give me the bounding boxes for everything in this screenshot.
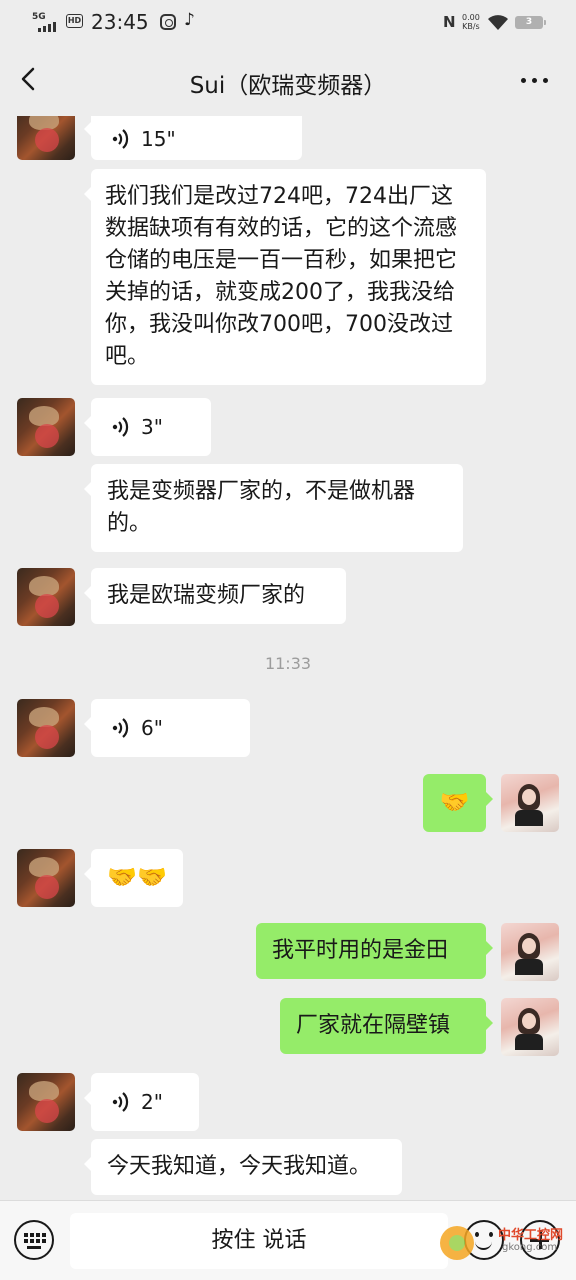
handshake-emoji: 🤝 xyxy=(439,788,470,816)
message-list[interactable]: 15" 我们我们是改过724吧，724出厂这数据缺项有有效的话，它的这个流感仓储… xyxy=(0,116,576,1200)
message-text: 厂家就在隔壁镇 xyxy=(296,1013,451,1038)
network-type: 5G xyxy=(32,12,46,22)
speed-value: 0.00 xyxy=(462,13,480,22)
speed-unit: KB/s xyxy=(462,22,480,31)
text-message[interactable]: 我是变频器厂家的，不是做机器的。 xyxy=(84,464,463,552)
contact-avatar[interactable] xyxy=(17,699,75,757)
chat-header: Sui（欧瑞变频器） xyxy=(0,44,576,116)
text-message[interactable]: 今天我知道，今天我知道。 xyxy=(84,1139,402,1195)
voice-message[interactable]: 3" xyxy=(84,398,211,456)
voice-message[interactable]: 15" xyxy=(84,116,302,160)
contact-avatar[interactable] xyxy=(17,849,75,907)
message-text: 我平时用的是金田 xyxy=(272,938,449,963)
hold-to-talk-button[interactable]: 按住 说话 xyxy=(70,1213,448,1269)
message-text: 我是变频器厂家的，不是做机器的。 xyxy=(107,479,416,536)
voice-message[interactable]: 6" xyxy=(84,699,250,757)
chat-title: Sui（欧瑞变频器） xyxy=(189,73,387,99)
tiktok-icon: ♪ xyxy=(184,10,195,30)
input-bar: 按住 说话 xyxy=(0,1200,576,1280)
emoji-icon[interactable] xyxy=(464,1220,504,1260)
contact-avatar[interactable] xyxy=(17,116,75,160)
message-text: 我们我们是改过724吧，724出厂这数据缺项有有效的话，它的这个流感仓储的电压是… xyxy=(105,184,458,369)
text-message[interactable]: 我平时用的是金田 xyxy=(256,923,493,979)
handshake-emoji: 🤝🤝 xyxy=(107,863,167,891)
nfc-icon: N xyxy=(443,13,456,31)
text-message[interactable]: 我们我们是改过724吧，724出厂这数据缺项有有效的话，它的这个流感仓储的电压是… xyxy=(84,169,486,385)
message-timestamp: 11:33 xyxy=(264,654,312,673)
self-avatar[interactable] xyxy=(501,998,559,1056)
keyboard-icon[interactable] xyxy=(14,1220,54,1260)
message-text: 今天我知道，今天我知道。 xyxy=(107,1154,372,1179)
self-avatar[interactable] xyxy=(501,923,559,981)
emoji-message[interactable]: 🤝🤝 xyxy=(84,849,183,907)
contact-avatar[interactable] xyxy=(17,398,75,456)
hd-icon: HD xyxy=(66,14,83,28)
self-avatar[interactable] xyxy=(501,774,559,832)
plus-icon[interactable] xyxy=(520,1220,560,1260)
signal-icon: 5G xyxy=(32,12,60,32)
voice-wave-icon xyxy=(112,417,129,437)
voice-message[interactable]: 2" xyxy=(84,1073,199,1131)
status-time: 23:45 xyxy=(91,10,149,34)
voice-duration: 6" xyxy=(141,716,163,740)
status-bar: 5G HD 23:45 ♪ N 0.00 KB/s 3 xyxy=(0,0,576,44)
voice-duration: 2" xyxy=(141,1090,163,1114)
text-message[interactable]: 我是欧瑞变频厂家的 xyxy=(84,568,346,624)
text-message[interactable]: 厂家就在隔壁镇 xyxy=(280,998,493,1054)
wifi-icon xyxy=(488,15,508,30)
voice-duration: 15" xyxy=(141,127,176,151)
more-options-icon[interactable] xyxy=(518,70,550,90)
emoji-message[interactable]: 🤝 xyxy=(423,774,493,832)
voice-wave-icon xyxy=(112,129,129,149)
contact-avatar[interactable] xyxy=(17,568,75,626)
network-speed: 0.00 KB/s xyxy=(462,13,480,31)
voice-wave-icon xyxy=(112,1092,129,1112)
battery-icon: 3 xyxy=(515,16,546,29)
voice-wave-icon xyxy=(112,718,129,738)
contact-avatar[interactable] xyxy=(17,1073,75,1131)
voice-duration: 3" xyxy=(141,415,163,439)
notification-app-icon xyxy=(160,14,176,30)
message-text: 我是欧瑞变频厂家的 xyxy=(107,583,306,608)
